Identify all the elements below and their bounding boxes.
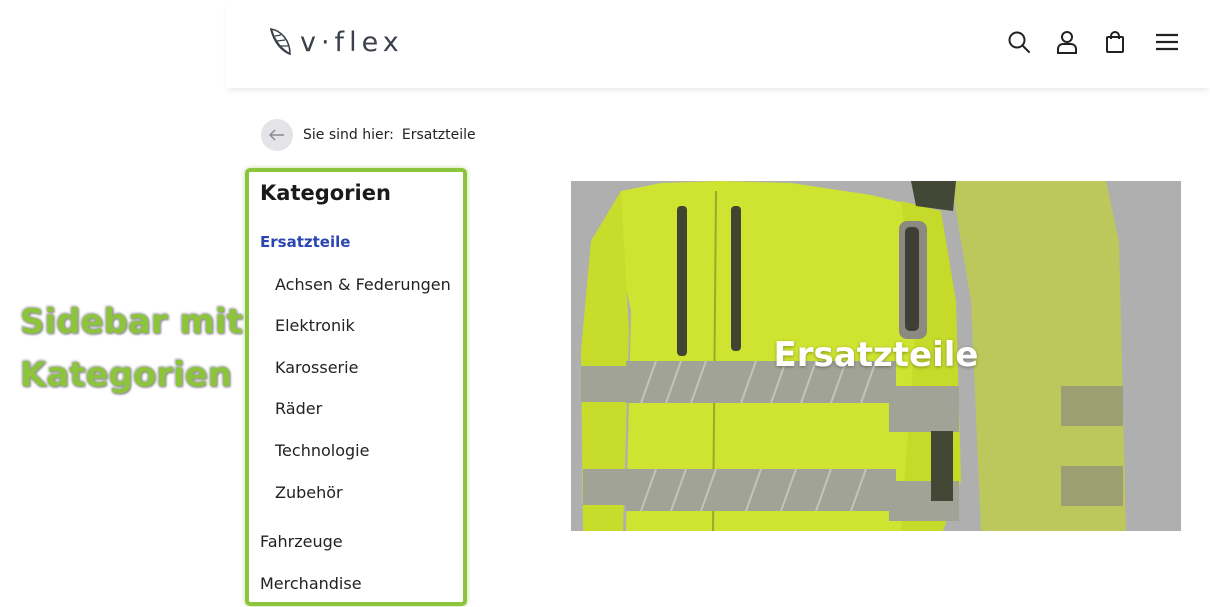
user-icon[interactable] <box>1054 29 1080 55</box>
sidebar-item-zubehoer[interactable]: Zubehör <box>275 483 343 502</box>
sidebar-item-technologie[interactable]: Technologie <box>275 441 369 460</box>
sidebar-item-achsen-federungen[interactable]: Achsen & Federungen <box>275 275 451 294</box>
sidebar-annotation: Sidebar mit Kategorien <box>20 296 245 402</box>
sidebar-item-raeder[interactable]: Räder <box>275 399 322 418</box>
logo[interactable]: v·flex <box>268 26 404 58</box>
feather-icon <box>269 27 291 56</box>
search-icon[interactable] <box>1006 29 1032 55</box>
sidebar-title: Kategorien <box>260 181 391 205</box>
back-button[interactable] <box>261 119 293 151</box>
hero-title: Ersatzteile <box>773 335 979 375</box>
sidebar-item-ersatzteile[interactable]: Ersatzteile <box>260 233 350 251</box>
sidebar-item-fahrzeuge[interactable]: Fahrzeuge <box>260 532 343 551</box>
bag-icon[interactable] <box>1102 29 1128 55</box>
breadcrumb: Sie sind hier: Ersatzteile <box>261 119 476 151</box>
category-hero-banner: Ersatzteile <box>571 181 1181 531</box>
menu-icon[interactable] <box>1154 29 1180 55</box>
sidebar-item-merchandise[interactable]: Merchandise <box>260 574 362 593</box>
arrow-left-icon <box>269 129 284 141</box>
sidebar-item-karosserie[interactable]: Karosserie <box>275 358 358 377</box>
annotation-line-1: Sidebar mit <box>20 302 243 342</box>
sidebar-item-elektronik[interactable]: Elektronik <box>275 316 355 335</box>
site-header: v·flex <box>226 0 1210 88</box>
annotation-line-2: Kategorien <box>20 355 232 395</box>
breadcrumb-current[interactable]: Ersatzteile <box>402 127 476 143</box>
breadcrumb-label: Sie sind hier: <box>303 127 394 143</box>
logo-text: v·flex <box>300 26 404 58</box>
